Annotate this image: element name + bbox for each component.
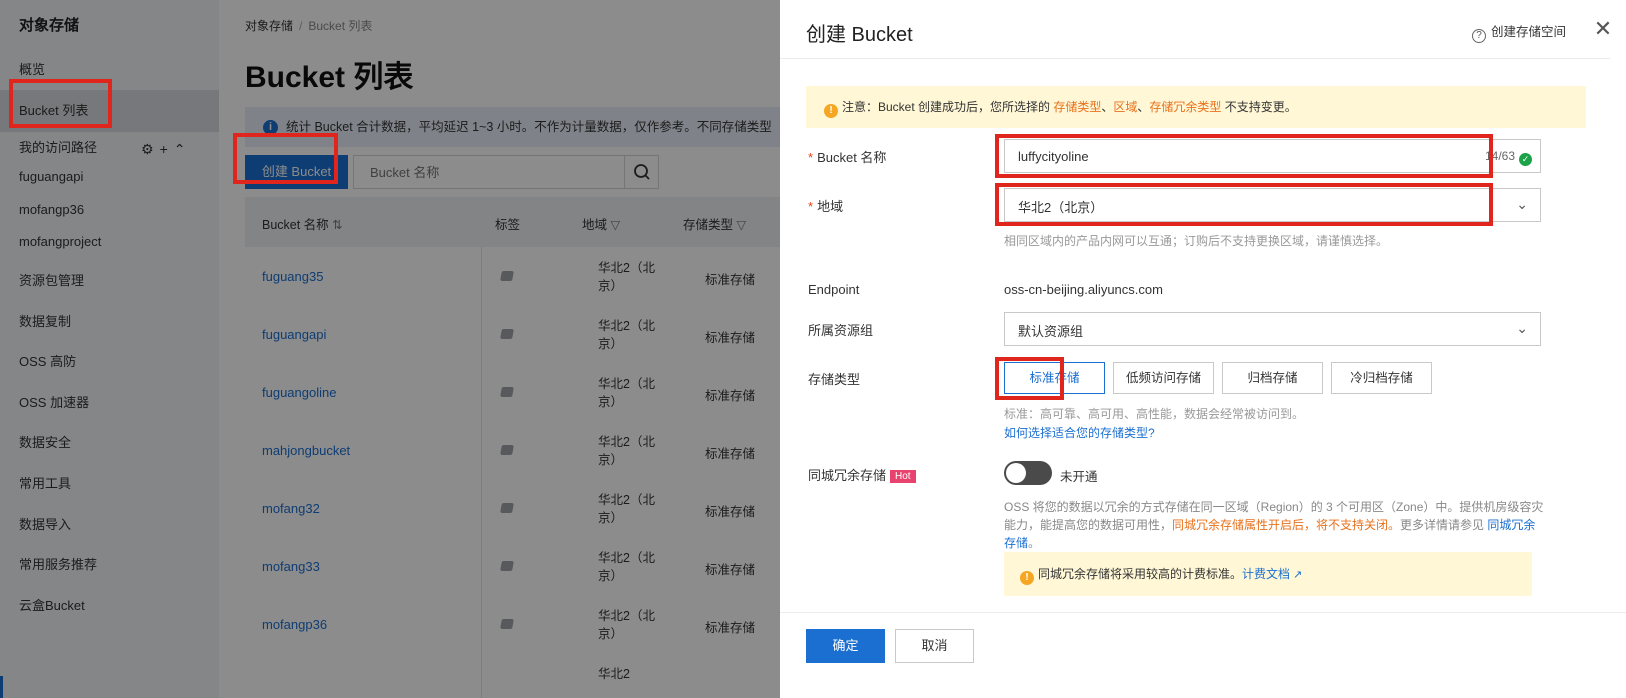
confirm-button[interactable]: 确定 <box>806 629 885 663</box>
region-select[interactable]: 华北2（北京） ⌄ <box>1004 188 1541 222</box>
billing-doc-link[interactable]: 计费文档 ↗ <box>1242 567 1302 581</box>
region-hint: 相同区域内的产品内网可以互通；订购后不支持更换区域，请谨慎选择。 <box>1004 234 1389 248</box>
resource-group-label: 所属资源组 <box>808 323 874 338</box>
bucket-name-label: * Bucket 名称 <box>808 150 887 165</box>
storage-type-ia[interactable]: 低频访问存储 <box>1113 362 1214 394</box>
endpoint-label: Endpoint <box>808 282 860 297</box>
storage-type-help-link[interactable]: 如何选择适合您的存储类型? <box>1004 424 1155 441</box>
storage-type-archive[interactable]: 归档存储 <box>1222 362 1323 394</box>
drawer-title: 创建 Bucket <box>806 24 913 46</box>
bucket-name-counter: 14/63 ✓ <box>1485 149 1532 166</box>
warning-icon: ! <box>1020 571 1034 585</box>
create-bucket-help-link[interactable]: ? 创建存储空间 <box>1472 21 1566 43</box>
check-icon: ✓ <box>1519 153 1532 166</box>
billing-notice: ! 同城冗余存储将采用较高的计费标准。计费文档 ↗ <box>1004 552 1532 596</box>
endpoint-value: oss-cn-beijing.aliyuncs.com <box>1004 282 1163 297</box>
storage-type-cold-archive[interactable]: 冷归档存储 <box>1331 362 1432 394</box>
resource-group-value: 默认资源组 <box>1018 324 1084 339</box>
modal-overlay[interactable] <box>0 0 780 698</box>
redundancy-toggle[interactable] <box>1004 461 1052 485</box>
warning-icon: ! <box>824 104 838 118</box>
redundancy-description: OSS 将您的数据以冗余的方式存储在同一区域（Region）的 3 个可用区（Z… <box>1004 500 1544 550</box>
close-icon[interactable]: ✕ <box>1592 18 1614 40</box>
chevron-down-icon: ⌄ <box>1516 196 1528 212</box>
storage-type-standard[interactable]: 标准存储 <box>1004 362 1105 394</box>
notice-banner: ! 注意：Bucket 创建成功后，您所选择的 存储类型、区域、存储冗余类型 不支… <box>806 86 1586 128</box>
cancel-button[interactable]: 取消 <box>895 629 974 663</box>
create-bucket-drawer: 创建 Bucket ? 创建存储空间 ✕ ! 注意：Bucket 创建成功后，您所选… <box>780 0 1626 698</box>
bucket-name-input[interactable] <box>1005 140 1435 172</box>
storage-type-label: 存储类型 <box>808 372 861 387</box>
hot-badge: Hot <box>890 470 916 483</box>
resource-group-select[interactable]: 默认资源组 ⌄ <box>1004 312 1541 346</box>
question-icon: ? <box>1472 29 1486 43</box>
chevron-down-icon: ⌄ <box>1516 320 1528 336</box>
storage-type-hint: 标准：高可靠、高可用、高性能，数据会经常被访问到。 <box>1004 407 1305 421</box>
region-label: * 地域 <box>808 199 844 214</box>
redundancy-status: 未开通 <box>1060 470 1098 484</box>
region-value: 华北2（北京） <box>1018 200 1104 215</box>
bucket-name-field: 14/63✓ <box>1004 139 1541 173</box>
external-link-icon: ↗ <box>1293 569 1303 581</box>
redundancy-label: 同城冗余存储 Hot <box>808 465 916 484</box>
